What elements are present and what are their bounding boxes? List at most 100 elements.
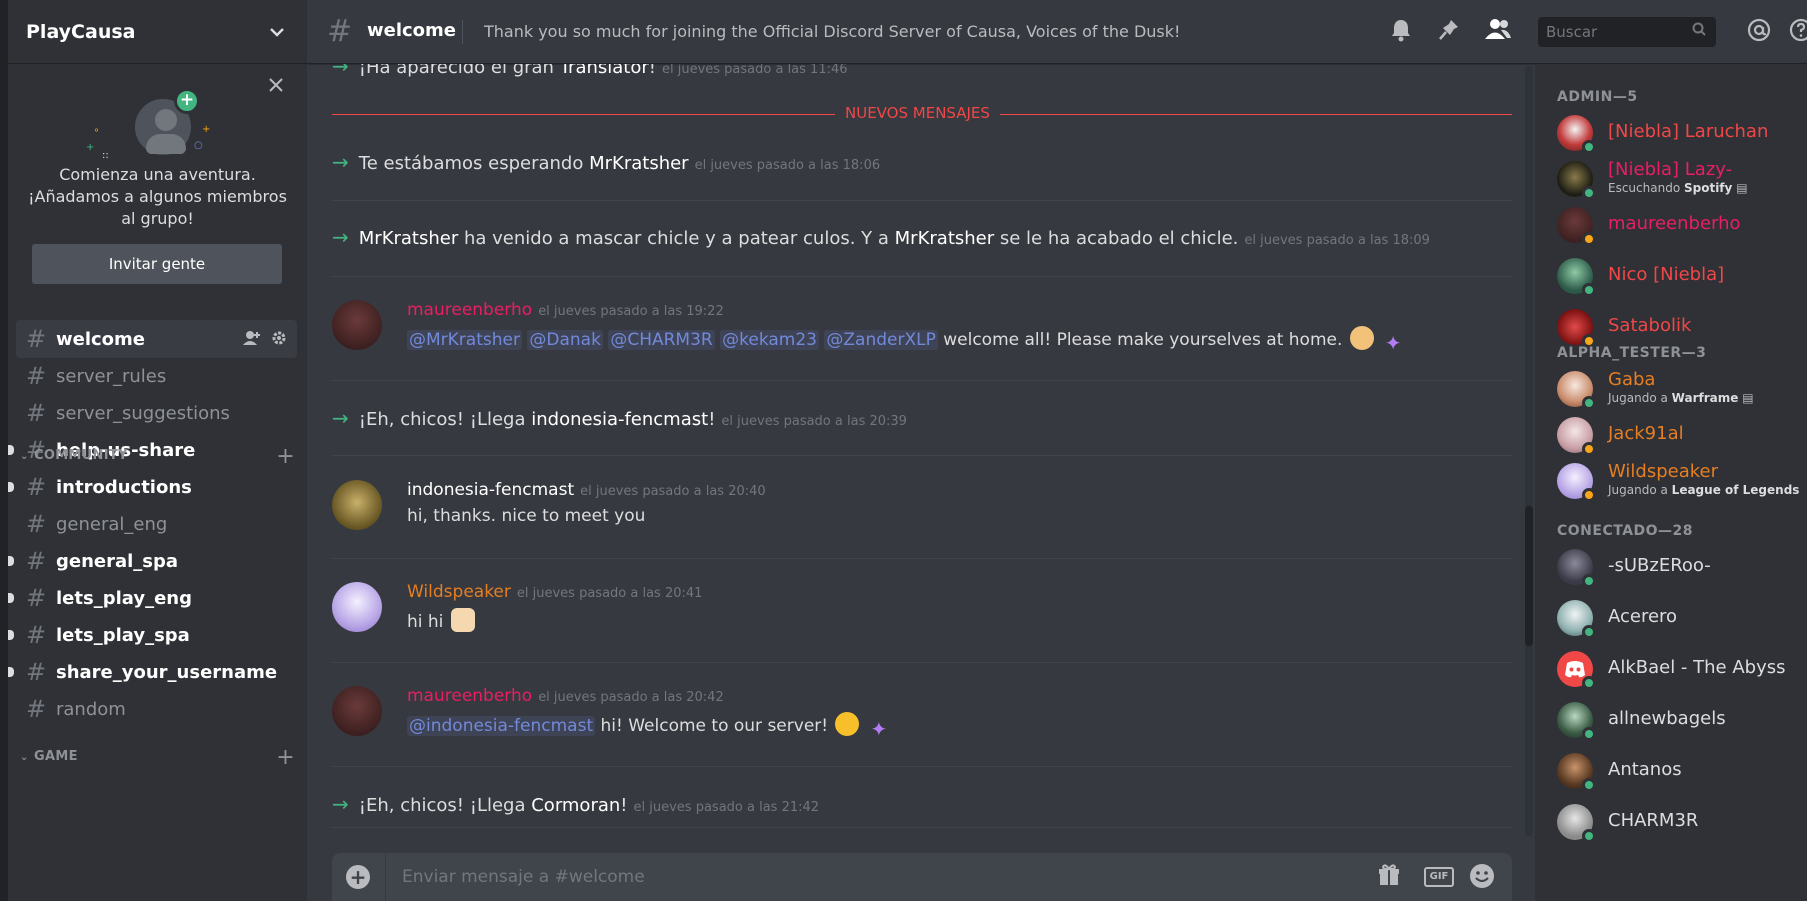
channel-server-suggestions[interactable]: # server_suggestions [16, 394, 297, 432]
avatar[interactable] [332, 480, 382, 530]
status-online-icon [1582, 727, 1596, 741]
member-item[interactable]: -sUBzERoo- [1557, 549, 1807, 593]
user-mention[interactable]: @MrKratsher [407, 330, 522, 350]
message-author[interactable]: indonesia-fencmast [407, 480, 574, 500]
close-icon[interactable] [269, 76, 283, 97]
member-item[interactable]: maureenberho [1557, 207, 1807, 251]
invite-people-button[interactable]: Invitar gente [32, 244, 282, 284]
add-channel-icon[interactable]: + [276, 745, 295, 770]
user-mention[interactable]: @kekam23 [720, 330, 819, 350]
member-item[interactable]: Wildspeaker Jugando a League of Legends [1557, 461, 1807, 507]
username-link[interactable]: indonesia-fencmast [531, 409, 708, 430]
message-body: @indonesia-fencmast hi! Welcome to our s… [407, 712, 891, 741]
status-online-icon [1582, 396, 1596, 410]
member-item[interactable]: allnewbagels [1557, 702, 1807, 746]
unread-indicator [8, 630, 14, 640]
member-name: maureenberho [1608, 213, 1741, 234]
channel-topic[interactable]: Thank you so much for joining the Offici… [484, 22, 1180, 41]
system-message: → ¡Eh, chicos! ¡Llega indonesia-fencmast!… [332, 406, 907, 430]
channel-random[interactable]: # random [16, 690, 297, 728]
gear-icon[interactable] [271, 330, 287, 350]
message-input[interactable] [402, 853, 1302, 901]
avatar[interactable] [332, 686, 382, 736]
gif-button[interactable]: GIF [1424, 867, 1454, 887]
member-item[interactable]: CHARM3R [1557, 804, 1807, 848]
avatar[interactable] [332, 300, 382, 350]
message-author[interactable]: Wildspeaker [407, 582, 511, 602]
add-channel-icon[interactable]: + [276, 444, 295, 469]
member-item[interactable]: Gaba Jugando a Warframe ▤ [1557, 369, 1807, 415]
channel-general-spa[interactable]: # general_spa [8, 542, 297, 580]
status-idle-icon [1582, 232, 1596, 246]
system-message: → ¡Eh, chicos! ¡Llega Cormoran! el jueves … [332, 792, 820, 816]
pin-icon[interactable] [1438, 18, 1460, 48]
hash-icon: # [26, 658, 47, 686]
message-list[interactable]: → ¡Ha aparecido el gran Translator! el jue… [307, 64, 1520, 837]
invite-card: + ° + :: ○ + Comienza una aventura. ¡Aña… [8, 64, 307, 319]
add-member-icon[interactable] [243, 330, 261, 350]
channel-sidebar: PlayCausa + ° + :: ○ + Comienza una aven… [0, 0, 307, 901]
invite-illustration: + ° + :: ○ + [86, 88, 211, 161]
member-name: Jack91al [1608, 423, 1684, 444]
search-bar[interactable] [1538, 17, 1716, 47]
status-online-icon [1582, 676, 1596, 690]
username-link[interactable]: MrKratsher [895, 228, 994, 249]
scrollbar-thumb[interactable] [1525, 506, 1533, 646]
category-community[interactable]: ⌄ COMMUNITY + [20, 444, 295, 469]
gift-icon[interactable] [1377, 863, 1401, 893]
username-link[interactable]: Cormoran [531, 795, 620, 816]
category-game[interactable]: ⌄ GAME + [20, 745, 295, 770]
hash-icon: # [26, 510, 47, 538]
status-online-icon [1582, 778, 1596, 792]
timestamp: el jueves pasado a las 18:09 [1244, 233, 1430, 248]
hash-icon: # [26, 362, 47, 390]
member-item[interactable]: Acerero [1557, 600, 1807, 644]
bell-icon[interactable] [1390, 18, 1412, 48]
hash-icon: # [26, 473, 47, 501]
message-scrollbar[interactable] [1525, 66, 1533, 836]
help-icon[interactable] [1789, 18, 1807, 48]
upload-plus-icon[interactable]: + [346, 865, 370, 889]
server-header[interactable]: PlayCausa [8, 0, 307, 64]
channel-name: server_rules [56, 365, 167, 387]
channel-name: share_your_username [56, 661, 278, 683]
username-link[interactable]: MrKratsher [589, 153, 688, 174]
member-item[interactable]: Antanos [1557, 753, 1807, 797]
unread-indicator [8, 593, 14, 603]
member-activity: Escuchando Spotify ▤ [1608, 181, 1748, 195]
member-item[interactable]: AlkBael - The Abyss [1557, 651, 1807, 695]
user-mention[interactable]: @ZanderXLP [824, 330, 938, 350]
channel-share-your-username[interactable]: # share_your_username [8, 653, 297, 691]
member-list-icon[interactable] [1485, 18, 1511, 46]
avatar[interactable] [332, 582, 382, 632]
channel-general-eng[interactable]: # general_eng [16, 505, 297, 543]
user-mention[interactable]: @Danak [527, 330, 603, 350]
channel-server-rules[interactable]: # server_rules [16, 357, 297, 395]
search-input[interactable] [1538, 17, 1688, 47]
message-body: @MrKratsher @Danak @CHARM3R @kekam23 @Za… [407, 326, 1405, 355]
member-item[interactable]: Jack91al [1557, 417, 1807, 461]
username-link[interactable]: MrKratsher [359, 228, 458, 249]
user-mention[interactable]: @CHARM3R [608, 330, 715, 350]
hash-icon: # [26, 695, 47, 723]
member-name: -sUBzERoo- [1608, 555, 1711, 576]
channel-lets-play-spa[interactable]: # lets_play_spa [8, 616, 297, 654]
member-item[interactable]: [Niebla] Lazy- Escuchando Spotify ▤ [1557, 159, 1807, 205]
unread-indicator [8, 556, 14, 566]
member-item[interactable]: Nico [Niebla] [1557, 258, 1807, 302]
member-name: [Niebla] Lazy- [1608, 159, 1733, 180]
emoji-picker-icon[interactable] [1469, 863, 1495, 895]
arrow-right-icon: → [332, 406, 349, 430]
message-author[interactable]: maureenberho [407, 300, 532, 320]
message-author[interactable]: maureenberho [407, 686, 532, 706]
member-name: allnewbagels [1608, 708, 1726, 729]
mention-icon[interactable] [1747, 18, 1771, 48]
channel-introductions[interactable]: # introductions [8, 468, 297, 506]
channel-welcome[interactable]: # welcome [16, 320, 297, 358]
user-mention[interactable]: @indonesia-fencmast [407, 716, 596, 736]
role-header-online: CONECTADO—28 [1557, 523, 1694, 539]
chevron-down-icon[interactable] [269, 22, 285, 41]
waving-girl-emoji-icon [450, 608, 475, 632]
member-item[interactable]: [Niebla] Laruchan [1557, 115, 1807, 159]
channel-lets-play-eng[interactable]: # lets_play_eng [8, 579, 297, 617]
